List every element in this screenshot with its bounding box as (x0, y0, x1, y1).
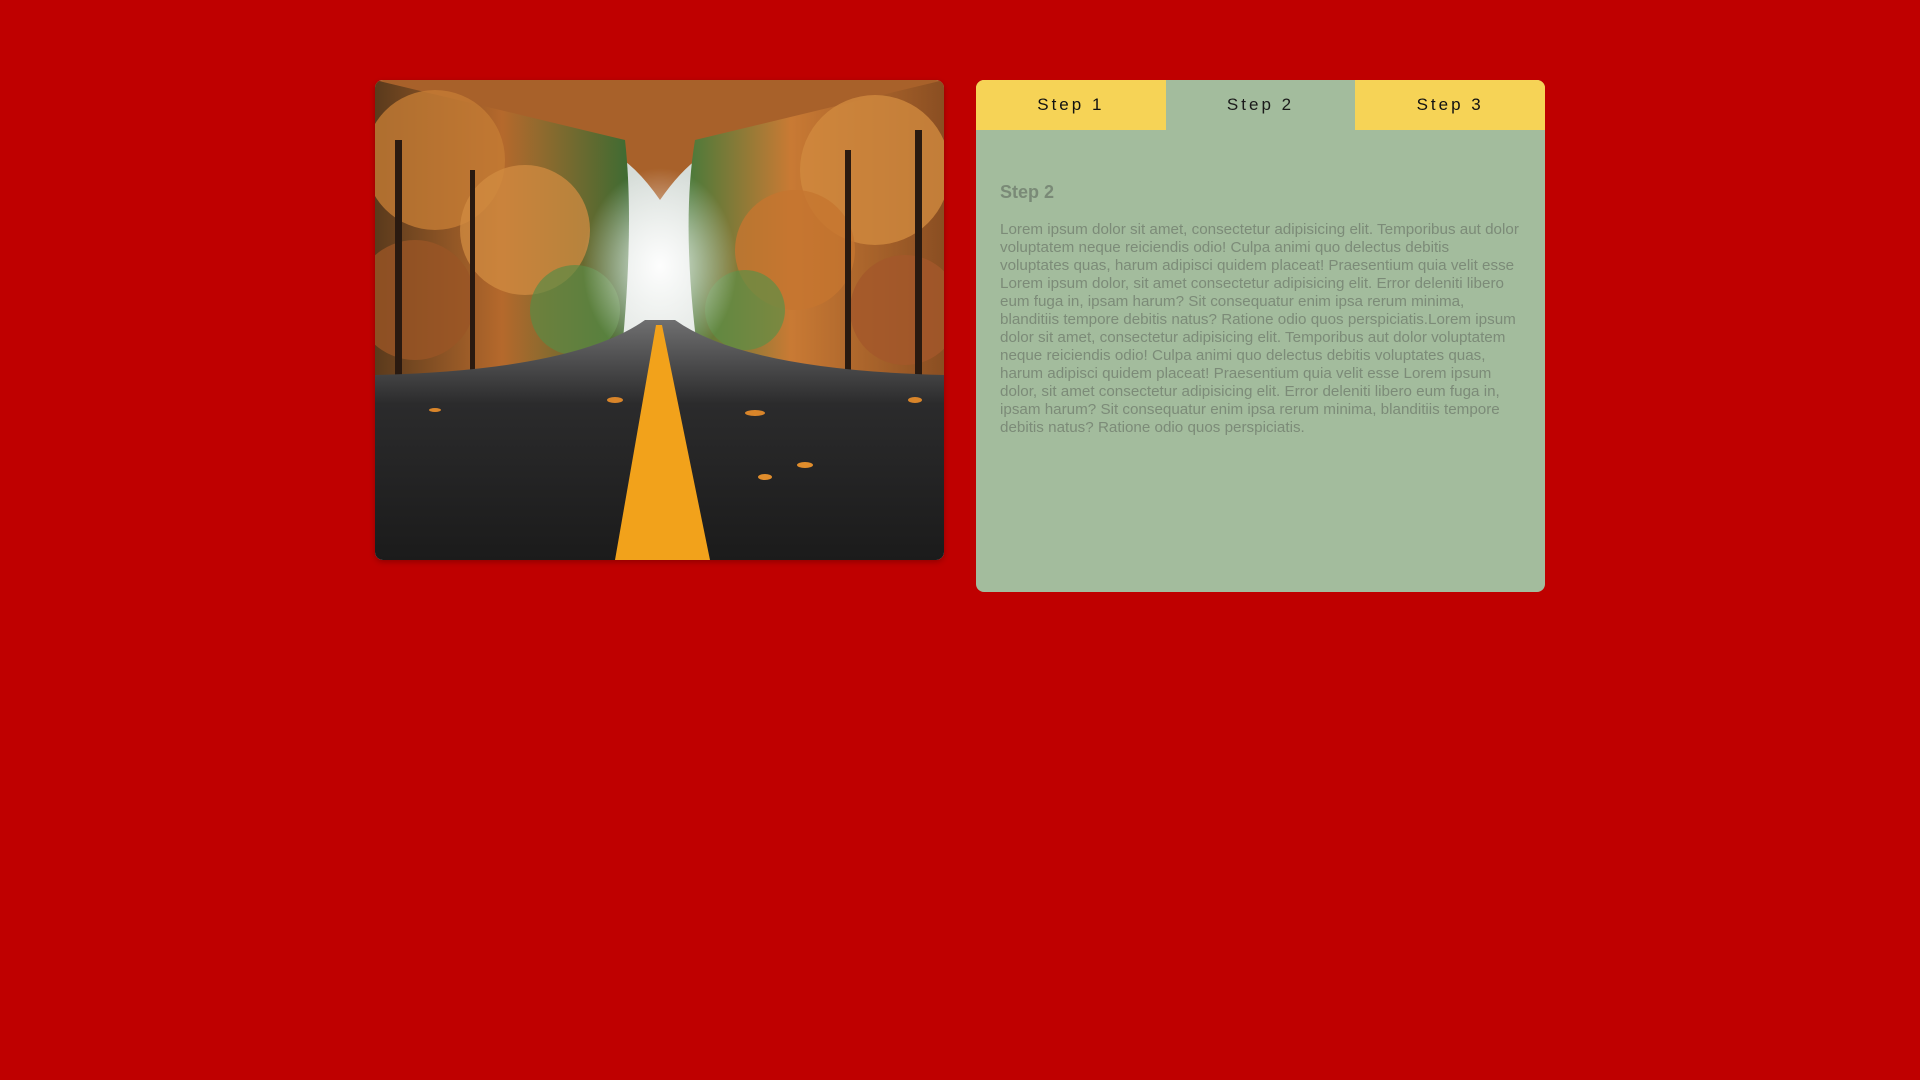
panel-title: Step 2 (1000, 182, 1055, 202)
road-autumn-forest-image (375, 80, 944, 560)
tab-step-1[interactable]: Step 1 (976, 80, 1166, 130)
tab-step-2[interactable]: Step 2 (1165, 80, 1356, 130)
road-photo (375, 80, 944, 560)
tab-bar: Step 1 Step 2 Step 3 (976, 80, 1545, 130)
panel-body-text: Lorem ipsum dolor sit amet, consectetur … (1000, 221, 1519, 436)
tab-step-3[interactable]: Step 3 (1355, 80, 1545, 130)
tab-panel: Step 2 Lorem ipsum dolor sit amet, conse… (976, 130, 1545, 437)
steps-tab-card: Step 1 Step 2 Step 3 Step 2 Lorem ipsum … (976, 80, 1545, 592)
